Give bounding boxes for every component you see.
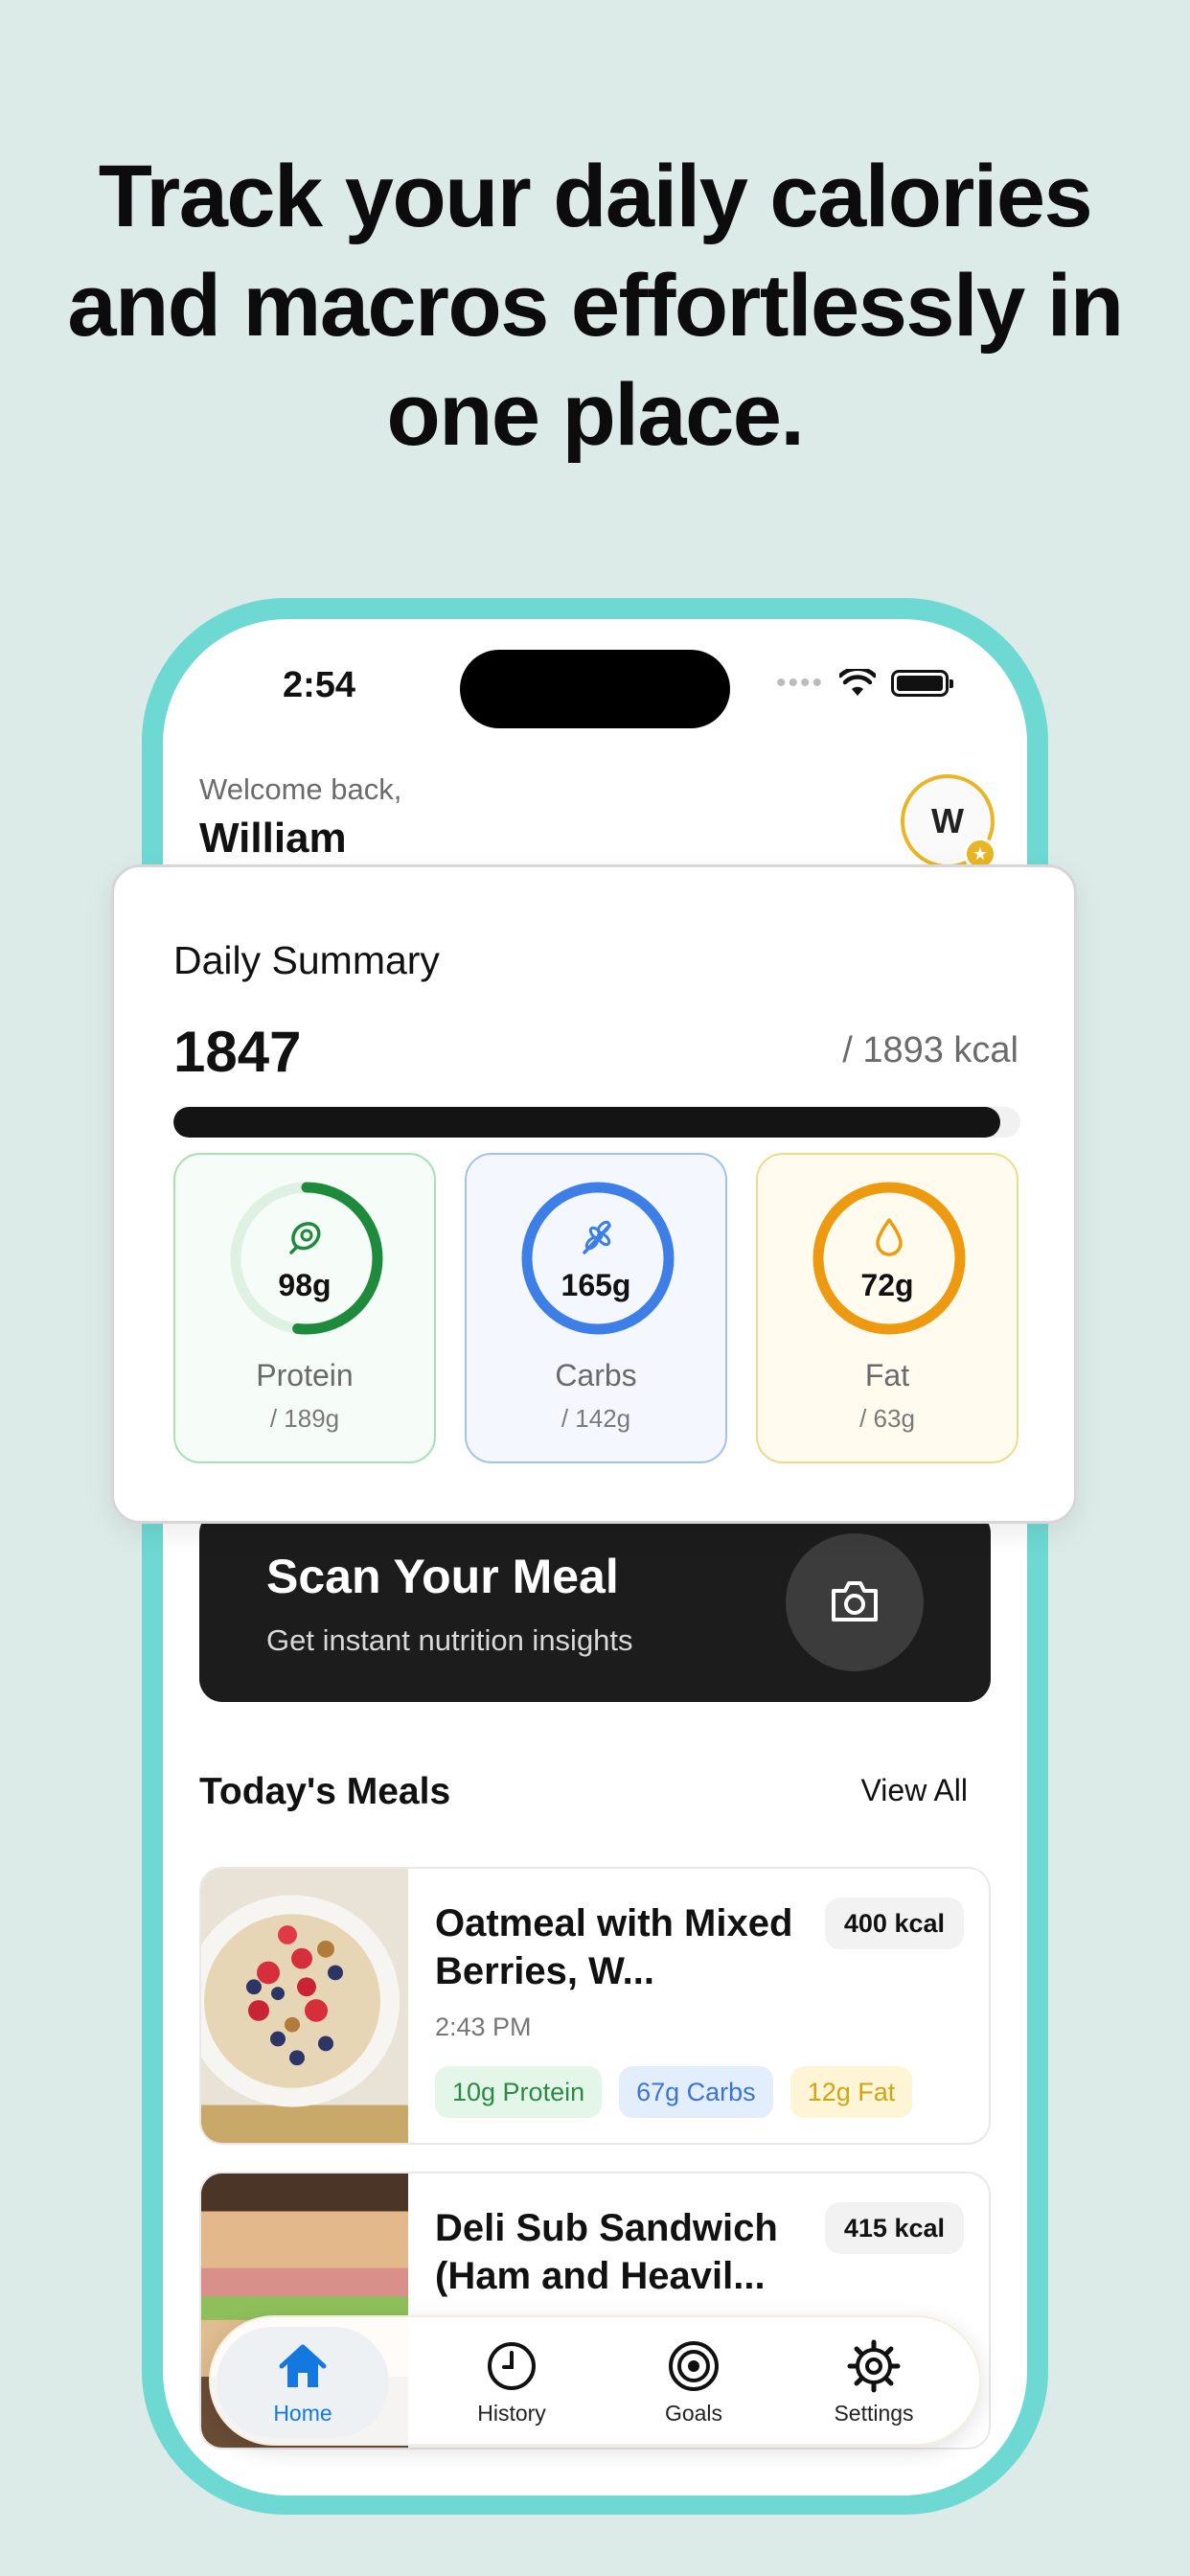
- status-time: 2:54: [283, 665, 356, 705]
- tab-label-history: History: [477, 2400, 546, 2426]
- summary-title: Daily Summary: [173, 938, 440, 982]
- fat-value: 72g: [860, 1268, 914, 1302]
- tab-bar: Home History Goals Settings: [209, 2315, 981, 2446]
- tab-label-goals: Goals: [664, 2400, 723, 2426]
- headline: Track your daily calories and macros eff…: [67, 148, 1124, 464]
- carbs-chip: 67g Carbs: [619, 2066, 773, 2118]
- tab-goals[interactable]: Goals: [607, 2317, 780, 2448]
- clock-icon: [488, 2341, 536, 2390]
- avatar[interactable]: W ★: [901, 774, 996, 870]
- battery-icon: [891, 670, 953, 697]
- fat-chip: 12g Fat: [790, 2066, 913, 2118]
- macro-chips: 10g Protein 67g Carbs 12g Fat: [435, 2066, 913, 2118]
- meal-time: 2:43 PM: [435, 2012, 532, 2041]
- meat-icon: [289, 1222, 321, 1254]
- dynamic-island: [460, 650, 730, 728]
- status-indicators: ••••: [775, 667, 953, 700]
- tab-home[interactable]: Home: [217, 2327, 389, 2438]
- calorie-progress-bar: [173, 1107, 1020, 1138]
- target-icon: [669, 2340, 719, 2391]
- scan-subtitle: Get instant nutrition insights: [266, 1623, 633, 1657]
- fat-label: Fat: [864, 1358, 910, 1392]
- daily-summary-card[interactable]: Daily Summary 1847 / 1893 kcal 98g Prote…: [111, 864, 1077, 1524]
- macro-carbs[interactable]: 165g Carbs / 142g: [465, 1153, 727, 1463]
- meals-section-title: Today's Meals: [199, 1771, 451, 1812]
- meal-name: Oatmeal with Mixed Berries, W...: [435, 1902, 793, 1992]
- carbs-goal: / 142g: [561, 1404, 631, 1433]
- tab-history[interactable]: History: [425, 2317, 598, 2448]
- drop-icon: [876, 1218, 903, 1256]
- wifi-icon: [839, 669, 876, 696]
- macro-fat[interactable]: 72g Fat / 63g: [756, 1153, 1018, 1463]
- avatar-initial: W: [931, 801, 964, 840]
- kcal-badge: 400 kcal: [824, 1898, 964, 1949]
- welcome-text: Welcome back,: [199, 772, 402, 806]
- oatmeal-photo: [201, 1869, 408, 2143]
- protein-goal: / 189g: [269, 1404, 340, 1433]
- tab-settings[interactable]: Settings: [788, 2317, 960, 2448]
- gear-icon: [847, 2339, 901, 2392]
- camera-button[interactable]: [786, 1533, 924, 1671]
- scan-card-content: Scan Your Meal Get instant nutrition ins…: [199, 1510, 991, 1702]
- calories-current: 1847: [173, 1020, 302, 1084]
- protein-chip: 10g Protein: [435, 2066, 603, 2118]
- calories-goal: / 1893 kcal: [842, 1030, 1018, 1070]
- carbs-label: Carbs: [555, 1358, 637, 1392]
- signal-icon: ••••: [775, 667, 824, 699]
- user-name: William: [199, 815, 347, 862]
- view-all-link[interactable]: View All: [861, 1773, 968, 1808]
- meal-name: Deli Sub Sandwich (Ham and Heavil...: [435, 2207, 778, 2297]
- home-icon: [279, 2344, 327, 2387]
- macro-protein[interactable]: 98g Protein / 189g: [173, 1153, 436, 1463]
- kcal-badge: 415 kcal: [824, 2202, 964, 2254]
- scan-title: Scan Your Meal: [266, 1550, 619, 1603]
- wheat-icon: [583, 1220, 611, 1254]
- meal-card[interactable]: Oatmeal with Mixed Berries, W... 2:43 PM…: [199, 1867, 991, 2145]
- calorie-progress-fill: [173, 1107, 1000, 1138]
- tab-label-home: Home: [273, 2400, 332, 2426]
- carbs-value: 165g: [561, 1268, 631, 1302]
- fat-goal: / 63g: [859, 1404, 915, 1433]
- camera-icon: [832, 1581, 878, 1622]
- protein-value: 98g: [278, 1268, 332, 1302]
- tab-label-settings: Settings: [834, 2400, 914, 2426]
- protein-label: Protein: [256, 1358, 354, 1392]
